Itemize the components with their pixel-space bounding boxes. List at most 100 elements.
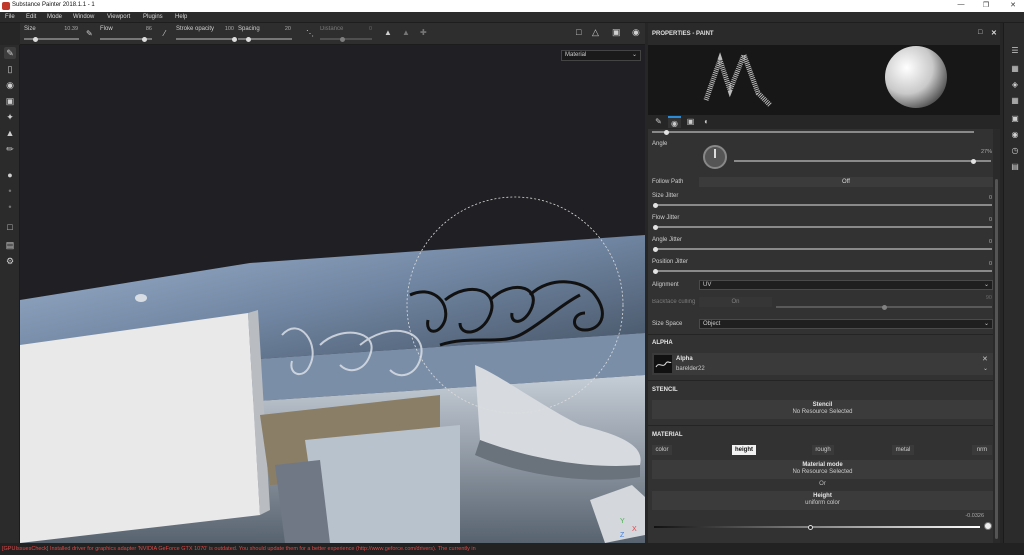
flow-slider[interactable] xyxy=(100,36,152,42)
stroke-opacity-value[interactable]: 100 xyxy=(216,26,234,32)
clone-stamp-icon[interactable]: ▲ xyxy=(4,127,16,139)
camera-icon[interactable]: ▣ xyxy=(612,27,621,38)
stencil-slot[interactable]: Stencil No Resource Selected xyxy=(652,400,993,419)
brush-settings-icon[interactable]: ● xyxy=(4,169,16,181)
spacing-value[interactable]: 20 xyxy=(275,26,291,32)
smudge-icon[interactable]: ✦ xyxy=(4,111,16,123)
window-title: Substance Painter 2018.1.1 - 1 xyxy=(12,2,95,8)
flow-jitter-knob[interactable] xyxy=(653,224,658,230)
environment-icon[interactable]: ◉ xyxy=(1009,129,1021,141)
panel-close-icon[interactable]: ✕ xyxy=(991,29,997,37)
position-jitter-value[interactable]: 0 xyxy=(968,261,992,267)
tab-material-icon[interactable]: ◐ xyxy=(700,116,713,128)
texture-set-icon[interactable]: ▦ xyxy=(1009,63,1021,75)
flow-brush-icon: ✎ xyxy=(86,29,93,38)
channel-color-button[interactable]: color xyxy=(652,445,672,455)
lazy-mouse-icon[interactable]: ⋱ xyxy=(306,29,314,38)
size-value[interactable]: 10.39 xyxy=(54,26,78,32)
channel-rough-button[interactable]: rough xyxy=(812,445,834,455)
size-slider[interactable] xyxy=(24,36,79,42)
height-slot[interactable]: Height uniform color xyxy=(652,491,993,510)
channel-height-button[interactable]: height xyxy=(732,445,756,455)
projection-icon[interactable]: ◉ xyxy=(4,79,16,91)
menu-edit[interactable]: Edit xyxy=(26,14,36,20)
alignment-label: Alignment xyxy=(652,282,679,288)
angle-dial[interactable] xyxy=(703,145,727,169)
color-picker-icon[interactable]: ✏ xyxy=(4,143,16,155)
3d-viewport[interactable]: Y X Z Material ⌄ xyxy=(20,45,645,543)
stroke-opacity-slider-knob[interactable] xyxy=(231,36,237,42)
menu-mode[interactable]: Mode xyxy=(47,14,62,20)
angle-slider[interactable] xyxy=(734,158,991,164)
alpha-section-title: ALPHA xyxy=(652,340,673,346)
status-bar: [GPUIssuesCheck] Installed driver for gr… xyxy=(0,543,1024,555)
scrollbar-thumb[interactable] xyxy=(995,179,998,539)
alpha-resource-slot[interactable]: Alpha barelder22 ✕ ⌄ xyxy=(652,353,993,375)
spacing-slider[interactable] xyxy=(238,36,292,42)
channel-nrm-button[interactable]: nrm xyxy=(972,445,992,455)
rectangle-select-icon[interactable]: □ xyxy=(576,27,581,37)
paint-brush-icon[interactable]: ✎ xyxy=(4,47,16,59)
top-slider[interactable] xyxy=(652,129,974,135)
layers-icon[interactable]: ◈ xyxy=(1009,79,1021,91)
top-slider-knob[interactable] xyxy=(664,129,669,135)
tab-brush-icon[interactable]: ✎ xyxy=(652,116,665,128)
angle-slider-knob[interactable] xyxy=(970,158,976,164)
size-jitter-knob[interactable] xyxy=(653,202,658,208)
position-jitter-knob[interactable] xyxy=(653,268,658,274)
position-jitter-slider[interactable] xyxy=(653,268,992,274)
log-icon[interactable]: ▤ xyxy=(1009,161,1021,173)
symmetry-icon[interactable]: ▲ xyxy=(384,28,392,37)
alpha-clear-icon[interactable]: ✕ xyxy=(982,355,988,363)
size-slider-knob[interactable] xyxy=(32,36,38,42)
history-icon[interactable]: ◷ xyxy=(1009,145,1021,157)
chevron-down-icon[interactable]: ⌄ xyxy=(983,365,988,372)
height-slider[interactable] xyxy=(654,524,980,530)
stroke-opacity-slider[interactable] xyxy=(176,36,237,42)
close-icon[interactable]: ✕ xyxy=(1008,1,1018,9)
minimize-icon[interactable]: — xyxy=(956,1,966,8)
follow-path-toggle[interactable]: Off xyxy=(699,177,993,187)
panel-scrollbar[interactable] xyxy=(993,129,1000,543)
geometry-fill-icon[interactable]: ▣ xyxy=(4,95,16,107)
angle-value[interactable]: 27% xyxy=(948,149,992,155)
alignment-select[interactable]: UV ⌄ xyxy=(699,280,993,290)
settings-gear-icon[interactable]: ⚙ xyxy=(4,255,16,267)
screenshot-icon[interactable]: ◉ xyxy=(632,27,640,38)
flow-jitter-slider[interactable] xyxy=(653,224,992,230)
height-color-swatch-icon[interactable] xyxy=(984,522,992,530)
material-mode-slot[interactable]: Material mode No Resource Selected xyxy=(652,460,993,479)
tab-stencil-icon[interactable]: ▣ xyxy=(684,116,697,128)
menu-window[interactable]: Window xyxy=(73,14,94,20)
viewport-channel-select[interactable]: Material ⌄ xyxy=(561,50,641,61)
menu-help[interactable]: Help xyxy=(175,14,187,20)
size-jitter-value[interactable]: 0 xyxy=(968,195,992,201)
menu-file[interactable]: File xyxy=(5,14,15,20)
size-jitter-slider[interactable] xyxy=(653,202,992,208)
position-jitter-label: Position Jitter xyxy=(652,259,689,265)
channel-metal-button[interactable]: metal xyxy=(892,445,914,455)
cube-view-icon[interactable]: △ xyxy=(592,27,599,38)
tab-alpha-icon[interactable]: ◉ xyxy=(668,116,681,128)
angle-jitter-slider[interactable] xyxy=(653,246,992,252)
eraser-icon[interactable]: ▯ xyxy=(4,63,16,75)
export-document-icon[interactable]: ▤ xyxy=(4,239,16,251)
grid-icon[interactable]: ▦ xyxy=(1009,95,1021,107)
photoshop-export-icon[interactable]: □ xyxy=(4,221,16,233)
display-settings-icon[interactable]: ▣ xyxy=(1009,113,1021,125)
angle-jitter-knob[interactable] xyxy=(653,246,658,252)
menu-viewport[interactable]: Viewport xyxy=(107,14,130,20)
angle-jitter-value[interactable]: 0 xyxy=(968,239,992,245)
height-slider-knob[interactable] xyxy=(807,524,813,530)
height-value[interactable]: -0.0326 xyxy=(948,513,984,519)
flow-value[interactable]: 86 xyxy=(130,26,152,32)
flow-slider-knob[interactable] xyxy=(142,36,148,42)
flow-jitter-value[interactable]: 0 xyxy=(968,217,992,223)
layers-stack-icon[interactable]: ☰ xyxy=(1009,45,1021,57)
spacing-slider-knob[interactable] xyxy=(246,36,252,42)
menu-plugins[interactable]: Plugins xyxy=(143,14,163,20)
size-space-select[interactable]: Object ⌄ xyxy=(699,319,993,329)
maximize-icon[interactable]: ❐ xyxy=(981,1,991,9)
float-panel-icon[interactable]: □ xyxy=(978,29,982,36)
viewport-channel-value: Material xyxy=(565,52,587,58)
